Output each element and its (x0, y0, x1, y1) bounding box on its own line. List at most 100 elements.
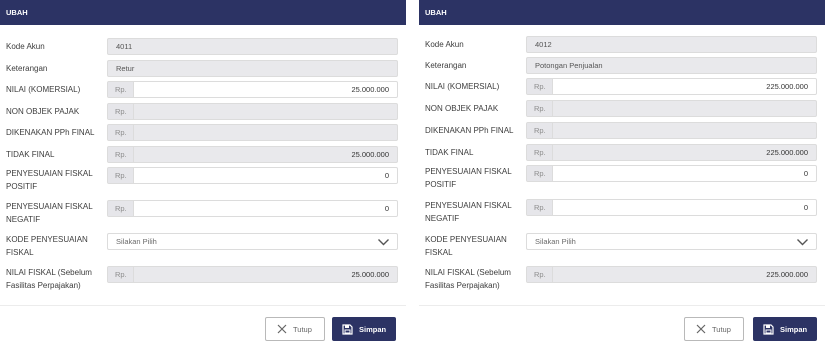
currency-prefix: Rp. (527, 166, 553, 181)
chevron-down-icon[interactable] (377, 237, 390, 247)
kode-penyesuaian-label-line2: FISKAL (6, 248, 34, 257)
fiskal-negatif-label: PENYESUAIAN FISKAL NEGATIF (6, 200, 104, 226)
nilai-fiskal-value: 225.000.000 (766, 270, 808, 279)
save-floppy-icon (342, 323, 353, 335)
currency-prefix: Rp. (527, 267, 553, 282)
fiskal-positif-label-line2: POSITIF (6, 182, 38, 191)
fiskal-negatif-input[interactable]: Rp. 0 (526, 199, 817, 216)
tidak-final-label: TIDAK FINAL (6, 150, 55, 159)
pph-final-value (553, 123, 816, 138)
nilai-fiskal-field[interactable]: Rp. 225.000.000 (526, 266, 817, 283)
currency-prefix: Rp. (527, 123, 553, 138)
keterangan-label: Keterangan (425, 61, 467, 70)
fiskal-negatif-label-line1: PENYESUAIAN FISKAL (425, 201, 512, 210)
kode-akun-field[interactable]: 4012 (526, 36, 817, 53)
pph-final-value (134, 125, 397, 140)
form-header: UBAH (0, 0, 406, 25)
non-objek-pajak-label: NON OBJEK PAJAK (425, 104, 499, 113)
fiskal-positif-value[interactable]: 0 (553, 166, 816, 181)
non-objek-pajak-label: NON OBJEK PAJAK (6, 107, 80, 116)
nilai-komersial-input[interactable]: Rp. 225.000.000 (526, 78, 817, 95)
currency-prefix: Rp. (108, 147, 134, 162)
nilai-komersial-label: NILAI (KOMERSIAL) (6, 85, 81, 94)
kode-penyesuaian-select[interactable]: Silakan Pilih (107, 233, 398, 250)
fiskal-positif-input[interactable]: Rp. 0 (107, 167, 398, 184)
kode-penyesuaian-label-line1: KODE PENYESUAIAN (425, 235, 507, 244)
non-objek-pajak-field[interactable]: Rp. (107, 103, 398, 120)
footer-divider (0, 305, 406, 306)
tidak-final-value: 25.000.000 (351, 150, 389, 159)
kode-penyesuaian-label: KODE PENYESUAIAN FISKAL (425, 233, 523, 259)
chevron-down-icon[interactable] (796, 237, 809, 247)
nilai-fiskal-label-line1: NILAI FISKAL (Sebelum (6, 268, 92, 277)
nilai-fiskal-label-line1: NILAI FISKAL (Sebelum (425, 268, 511, 277)
fiskal-negatif-value[interactable]: 0 (134, 201, 397, 216)
edit-form-panel-4012: UBAH Kode Akun 4012 Keterangan Potongan … (419, 0, 825, 343)
tidak-final-label: TIDAK FINAL (425, 148, 474, 157)
currency-prefix: Rp. (527, 145, 553, 160)
nilai-fiskal-field[interactable]: Rp. 25.000.000 (107, 266, 398, 283)
currency-prefix: Rp. (527, 101, 553, 116)
save-button[interactable]: Simpan (332, 317, 396, 341)
non-objek-pajak-value (553, 101, 816, 116)
non-objek-pajak-value (134, 104, 397, 119)
kode-akun-label: Kode Akun (425, 40, 464, 49)
select-placeholder: Silakan Pilih (535, 237, 576, 246)
save-button[interactable]: Simpan (753, 317, 817, 341)
fiskal-positif-label-line2: POSITIF (425, 180, 457, 189)
close-button[interactable]: Tutup (265, 317, 325, 341)
currency-prefix: Rp. (108, 267, 134, 282)
keterangan-field[interactable]: Potongan Penjualan (526, 57, 817, 74)
keterangan-field[interactable]: Retur (107, 60, 398, 77)
save-button-label: Simpan (359, 324, 387, 334)
kode-akun-label: Kode Akun (6, 42, 45, 51)
pph-final-field[interactable]: Rp. (107, 124, 398, 141)
kode-penyesuaian-label-line1: KODE PENYESUAIAN (6, 235, 88, 244)
fiskal-negatif-input[interactable]: Rp. 0 (107, 200, 398, 217)
save-button-label: Simpan (780, 324, 808, 334)
nilai-fiskal-label: NILAI FISKAL (Sebelum Fasilitas Perpajak… (6, 266, 104, 292)
nilai-fiskal-label-line2: Fasilitas Perpajakan) (425, 281, 500, 290)
nilai-fiskal-label-line2: Fasilitas Perpajakan) (6, 281, 81, 290)
currency-prefix: Rp. (527, 79, 553, 94)
close-x-icon (696, 324, 706, 334)
fiskal-positif-value[interactable]: 0 (134, 168, 397, 183)
tidak-final-field[interactable]: Rp. 225.000.000 (526, 144, 817, 161)
select-placeholder: Silakan Pilih (116, 237, 157, 246)
save-floppy-icon (763, 323, 774, 335)
form-header: UBAH (419, 0, 825, 25)
nilai-komersial-value[interactable]: 25.000.000 (134, 82, 397, 97)
edit-form-panel-4011: UBAH Kode Akun 4011 Keterangan Retur NIL… (0, 0, 406, 343)
currency-prefix: Rp. (108, 82, 134, 97)
nilai-komersial-input[interactable]: Rp. 25.000.000 (107, 81, 398, 98)
tidak-final-value: 225.000.000 (766, 148, 808, 157)
currency-prefix: Rp. (108, 104, 134, 119)
fiskal-negatif-label: PENYESUAIAN FISKAL NEGATIF (425, 199, 523, 225)
nilai-komersial-value[interactable]: 225.000.000 (553, 79, 816, 94)
fiskal-negatif-label-line2: NEGATIF (6, 215, 41, 224)
close-button-label: Tutup (293, 324, 312, 334)
currency-prefix: Rp. (108, 168, 134, 183)
close-button-label: Tutup (712, 324, 731, 334)
footer-divider (419, 305, 825, 306)
fiskal-negatif-label-line1: PENYESUAIAN FISKAL (6, 202, 93, 211)
close-button[interactable]: Tutup (684, 317, 744, 341)
kode-penyesuaian-label-line2: FISKAL (425, 248, 453, 257)
nilai-fiskal-label: NILAI FISKAL (Sebelum Fasilitas Perpajak… (425, 266, 523, 292)
fiskal-positif-label-line1: PENYESUAIAN FISKAL (6, 169, 93, 178)
tidak-final-field[interactable]: Rp. 25.000.000 (107, 146, 398, 163)
currency-prefix: Rp. (527, 200, 553, 215)
pph-final-field[interactable]: Rp. (526, 122, 817, 139)
pph-final-label: DIKENAKAN PPh FINAL (425, 126, 514, 135)
kode-akun-field[interactable]: 4011 (107, 38, 398, 55)
kode-penyesuaian-select[interactable]: Silakan Pilih (526, 233, 817, 250)
fiskal-negatif-value[interactable]: 0 (553, 200, 816, 215)
currency-prefix: Rp. (108, 201, 134, 216)
non-objek-pajak-field[interactable]: Rp. (526, 100, 817, 117)
currency-prefix: Rp. (108, 125, 134, 140)
pph-final-label: DIKENAKAN PPh FINAL (6, 128, 95, 137)
nilai-komersial-label: NILAI (KOMERSIAL) (425, 82, 500, 91)
fiskal-positif-label-line1: PENYESUAIAN FISKAL (425, 167, 512, 176)
fiskal-positif-input[interactable]: Rp. 0 (526, 165, 817, 182)
close-x-icon (277, 324, 287, 334)
